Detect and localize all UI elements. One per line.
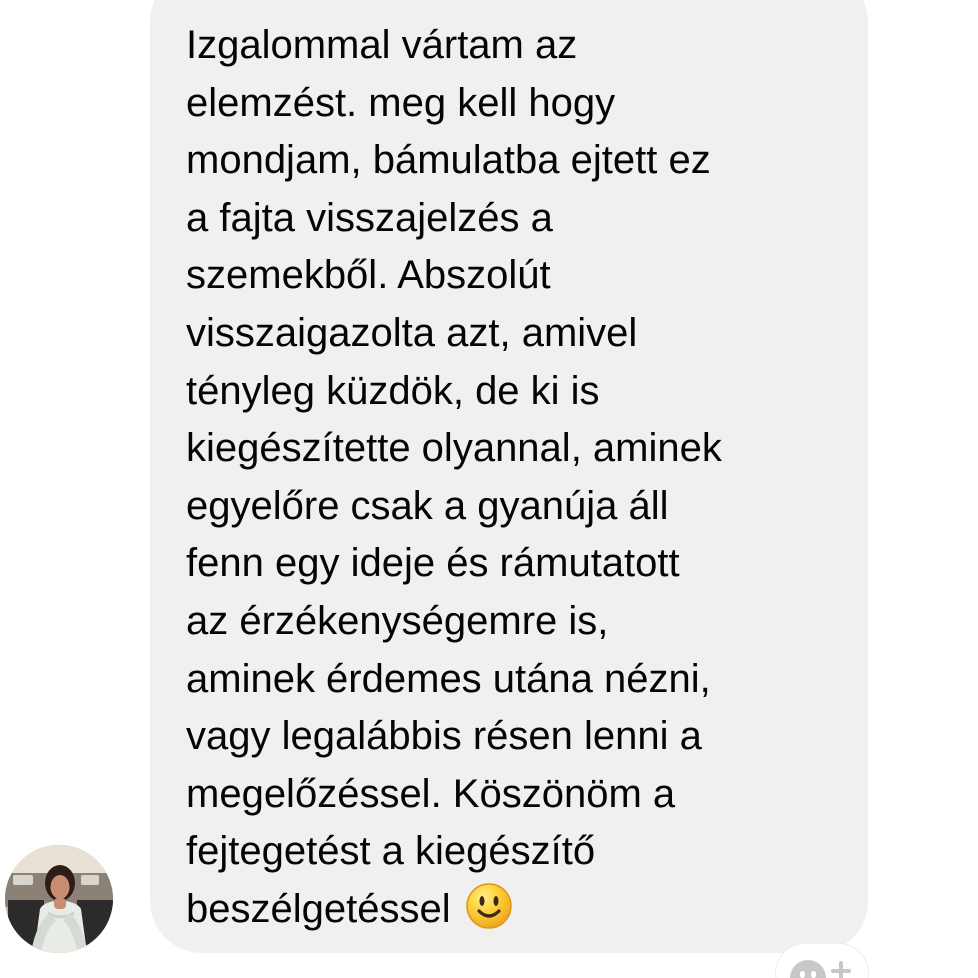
message-thread: Izgalommal vártam az elemzést. meg kell … xyxy=(0,0,978,978)
sender-avatar[interactable] xyxy=(5,845,113,953)
profile-photo xyxy=(5,845,113,953)
smiling-face-emoji xyxy=(465,882,513,930)
add-reaction-button[interactable] xyxy=(776,944,868,978)
reaction-face-icon xyxy=(790,960,826,978)
message-text: Izgalommal vártam az elemzést. meg kell … xyxy=(186,17,854,939)
plus-icon xyxy=(831,961,851,978)
message-body: Izgalommal vártam az elemzést. meg kell … xyxy=(186,23,722,931)
